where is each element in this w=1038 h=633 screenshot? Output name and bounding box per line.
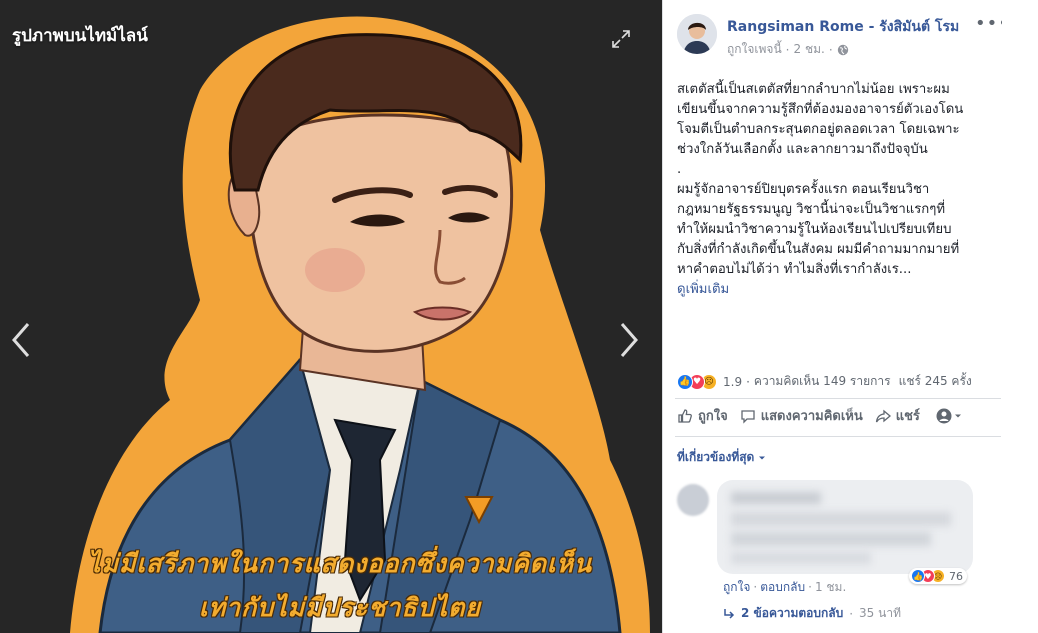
share-button-label: แชร์: [895, 409, 920, 424]
comment-bubble-redacted: [717, 480, 973, 574]
viewer-title: รูปภาพบนไทม์ไลน์: [12, 26, 148, 46]
comment-reactions[interactable]: 👍 ♥ ☹ 76: [909, 568, 967, 584]
reaction-icons[interactable]: 👍 ♥ ☹: [677, 373, 717, 390]
globe-icon[interactable]: [837, 44, 849, 56]
meta-separator: ·: [828, 42, 833, 57]
reactions-summary: 👍 ♥ ☹ 1.9 · ความคิดเห็น 149 รายการ แชร์ …: [677, 372, 997, 391]
redacted-block: [731, 492, 821, 504]
post-text: สเตตัสนี้เป็นสเตตัสที่ยากลำบากไม่น้อย เพ…: [677, 80, 997, 300]
separator: ·: [746, 374, 750, 389]
comment-sort-dropdown[interactable]: ที่เกี่ยวข้องที่สุด: [677, 448, 766, 467]
post-text-line: กับสิ่งที่กำลังเกิดขึ้นในสังคม ผมมีคำถาม…: [677, 242, 960, 257]
user-avatar-icon: [936, 408, 952, 423]
comment-timestamp[interactable]: 1 ชม.: [815, 580, 846, 594]
like-button[interactable]: ถูกใจ: [677, 405, 728, 426]
like-reaction-icon: 👍: [911, 569, 925, 583]
post-panel: Rangsiman Rome - รังสิมันต์ โรม ถูกใจเพจ…: [662, 0, 1009, 633]
see-more-link[interactable]: ดูเพิ่มเติม: [677, 280, 729, 300]
comment-reaction-count: 76: [949, 569, 963, 583]
post-text-line: เขียนขึ้นจากความรู้สึกที่ต้องมองอาจารย์ต…: [677, 102, 964, 117]
shares-count[interactable]: แชร์ 245 ครั้ง: [899, 372, 972, 391]
like-button-label: ถูกใจ: [698, 409, 728, 424]
thumbs-up-icon: [678, 408, 692, 423]
comment-icon: [741, 409, 755, 424]
comment-item: 👍 ♥ ☹ 76 ถูกใจ · ตอบกลับ · 1 ชม. 2 ข้อความตอ…: [677, 480, 997, 630]
post-text-line: โจมตีเป็นตำบลกระสุนตกอยู่ตลอดเวลา โดยเฉพ…: [677, 122, 960, 137]
view-replies: 2 ข้อความตอบกลับ · 35 นาที: [723, 604, 901, 623]
post-text-line: ผมรู้จักอาจารย์ปิยบุตรครั้งแรก ตอนเรียนว…: [677, 182, 930, 197]
photo-viewer: รูปภาพบนไทม์ไลน์ ไม่มีเสรีภาพในการแสดงออ…: [0, 0, 662, 633]
separator: ·: [808, 580, 812, 594]
post-meta: ถูกใจเพจนี้ · 2 ชม. ·: [727, 40, 849, 59]
chevron-right-icon[interactable]: [616, 318, 642, 362]
reactions-count[interactable]: 1.9: [723, 375, 742, 389]
divider: [675, 436, 1001, 437]
comment-button[interactable]: แสดงความคิดเห็น: [740, 405, 863, 426]
caret-down-icon: [759, 456, 766, 459]
commenter-avatar[interactable]: [677, 484, 709, 516]
post-photo-illustration: [70, 16, 650, 633]
like-page-link[interactable]: ถูกใจเพจนี้: [727, 40, 782, 59]
divider: [675, 398, 1001, 399]
view-replies-link[interactable]: 2 ข้อความตอบกลับ: [741, 604, 843, 623]
share-button[interactable]: แชร์: [875, 405, 920, 426]
comments-count[interactable]: ความคิดเห็น 149 รายการ: [754, 372, 891, 391]
chevron-left-icon[interactable]: [8, 318, 34, 362]
post-text-line: หาคำตอบไม่ได้ว่า ทำไมสิ่งที่เรากำลังเร..…: [677, 262, 912, 277]
author-avatar[interactable]: [677, 14, 717, 54]
comment-button-label: แสดงความคิดเห็น: [760, 409, 863, 424]
reply-arrow-icon: [724, 608, 735, 619]
redacted-block: [731, 532, 931, 546]
redacted-block: [731, 512, 951, 526]
photo-caption-line-1: ไม่มีเสรีภาพในการแสดงออกซึ่งความคิดเห็น: [87, 549, 593, 578]
comment-like-link[interactable]: ถูกใจ: [723, 580, 750, 594]
post-text-line: ช่วงใกล้วันเลือกตั้ง และลากยาวมาถึงปัจจุ…: [677, 142, 928, 157]
post-actions: ถูกใจ แสดงความคิดเห็น แชร์: [677, 405, 997, 426]
photo-caption-line-2: เท่ากับไม่มีประชาธิปไตย: [199, 593, 481, 622]
caret-down-icon: [954, 414, 961, 417]
audience-selector[interactable]: [936, 408, 962, 424]
facebook-photo-theater: รูปภาพบนไทม์ไลน์ ไม่มีเสรีภาพในการแสดงออ…: [0, 0, 1038, 633]
post-text-line: สเตตัสนี้เป็นสเตตัสที่ยากลำบากไม่น้อย เพ…: [677, 82, 950, 97]
like-reaction-icon: 👍: [677, 373, 693, 390]
post-text-line: ทำให้ผมนำวิชาความรู้ในห้องเรียนไปเปรียบเ…: [677, 222, 952, 237]
comment-actions: ถูกใจ · ตอบกลับ · 1 ชม.: [723, 578, 846, 597]
separator: ·: [753, 580, 758, 594]
replies-timestamp: 35 นาที: [859, 606, 901, 620]
redacted-block: [731, 552, 871, 564]
post-text-line: .: [677, 162, 682, 177]
page-gutter: [1002, 0, 1038, 633]
expand-icon[interactable]: [610, 28, 632, 50]
meta-separator: ·: [785, 42, 790, 57]
post-timestamp[interactable]: 2 ชม.: [794, 40, 825, 59]
comment-reply-link[interactable]: ตอบกลับ: [760, 580, 805, 594]
separator: ·: [849, 606, 854, 621]
post-text-line: กฎหมายรัฐธรรมนูญ วิชานี้น่าจะเป็นวิชาแรก…: [677, 202, 946, 217]
share-icon: [875, 409, 891, 422]
comment-sort-label: ที่เกี่ยวข้องที่สุด: [677, 450, 755, 464]
author-name[interactable]: Rangsiman Rome - รังสิมันต์ โรม: [727, 16, 959, 38]
